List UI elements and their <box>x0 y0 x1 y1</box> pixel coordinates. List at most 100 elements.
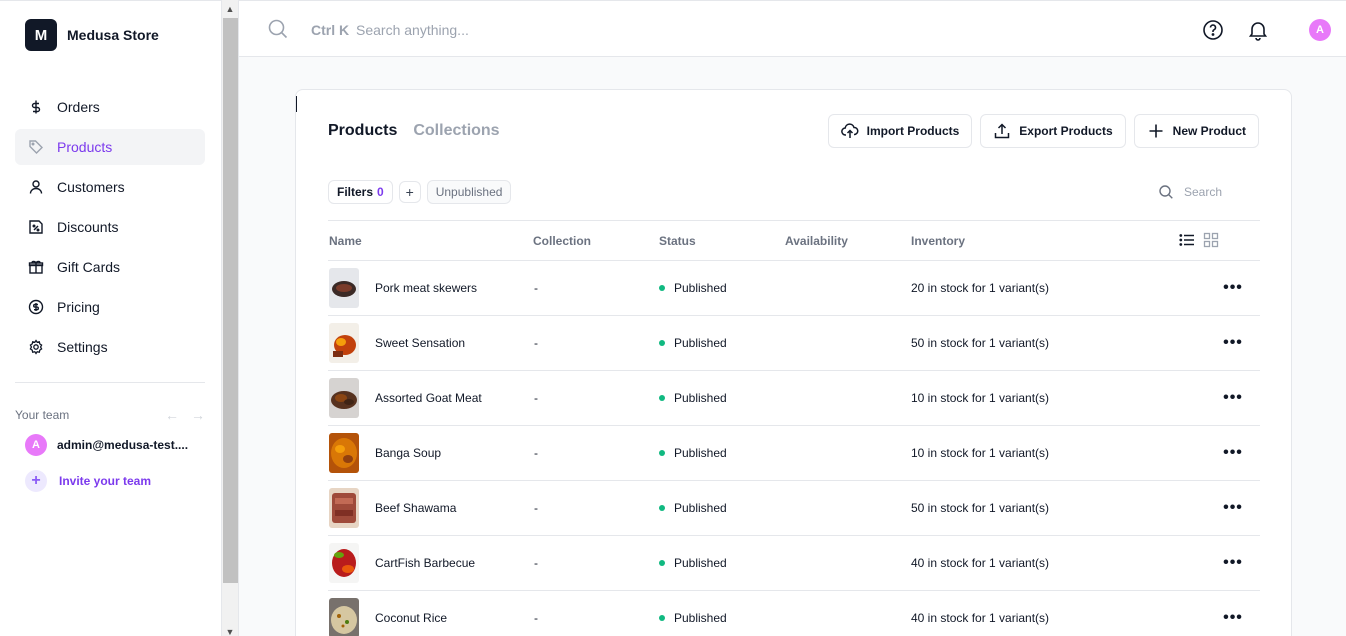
sidebar: M Medusa Store Orders Products Customers <box>0 0 221 636</box>
list-view-icon[interactable] <box>1179 232 1195 248</box>
status-label: Published <box>674 446 727 460</box>
sidebar-item-settings[interactable]: Settings <box>15 329 205 365</box>
sidebar-item-label: Settings <box>57 339 108 355</box>
grid-view-icon[interactable] <box>1203 232 1219 248</box>
user-icon <box>27 178 45 196</box>
sidebar-item-gift-cards[interactable]: Gift Cards <box>15 249 205 285</box>
help-icon[interactable] <box>1202 19 1224 41</box>
new-product-label: New Product <box>1172 124 1246 138</box>
sidebar-divider <box>15 382 205 383</box>
product-name: Banga Soup <box>375 446 442 460</box>
add-filter-button[interactable]: + <box>398 181 421 203</box>
tab-collections[interactable]: Collections <box>413 122 499 140</box>
status-badge: Published <box>659 391 727 405</box>
status-label: Published <box>674 336 727 350</box>
scroll-up-icon[interactable]: ▲ <box>222 1 238 17</box>
sidebar-item-orders[interactable]: Orders <box>15 89 205 125</box>
table-row[interactable]: Coconut Rice - Published 40 in stock for… <box>328 591 1260 636</box>
scroll-down-icon[interactable]: ▼ <box>222 624 238 636</box>
new-product-button[interactable]: New Product <box>1133 114 1259 148</box>
sidebar-item-customers[interactable]: Customers <box>15 169 205 205</box>
product-collection: - <box>534 446 538 460</box>
product-collection: - <box>534 501 538 515</box>
search-shortcut: Ctrl K <box>311 22 350 38</box>
sidebar-item-products[interactable]: Products <box>15 129 205 165</box>
status-badge: Published <box>659 336 727 350</box>
status-dot <box>659 450 665 456</box>
header-name: Name <box>329 233 362 248</box>
store-logo: M <box>25 19 57 51</box>
more-options-icon[interactable]: ••• <box>1221 276 1245 300</box>
sidebar-item-pricing[interactable]: Pricing <box>15 289 205 325</box>
more-options-icon[interactable]: ••• <box>1221 606 1245 630</box>
product-thumbnail <box>329 543 359 583</box>
topbar: Ctrl K A <box>239 0 1346 57</box>
cloud-upload-icon <box>840 123 859 138</box>
search-icon <box>1159 185 1173 199</box>
filters-label: Filters <box>337 185 374 199</box>
table-row[interactable]: CartFish Barbecue - Published 40 in stoc… <box>328 536 1260 591</box>
arrow-left-icon[interactable]: ← <box>165 407 179 423</box>
plus-icon <box>1149 124 1163 138</box>
gear-icon <box>27 338 45 356</box>
status-badge: Published <box>659 446 727 460</box>
store-name: Medusa Store <box>67 27 159 43</box>
export-products-label: Export Products <box>1019 124 1113 138</box>
view-toggle <box>1179 232 1219 248</box>
table-row[interactable]: Banga Soup - Published 10 in stock for 1… <box>328 426 1260 481</box>
more-options-icon[interactable]: ••• <box>1221 496 1245 520</box>
sidebar-scrollbar[interactable]: ▲ ▼ <box>221 0 239 636</box>
sidebar-item-discounts[interactable]: Discounts <box>15 209 205 245</box>
team-heading: Your team <box>15 408 70 422</box>
table-search-input[interactable] <box>1184 185 1284 199</box>
filter-tab-unpublished[interactable]: Unpublished <box>426 180 512 204</box>
export-products-button[interactable]: Export Products <box>980 114 1126 148</box>
invite-label: Invite your team <box>59 474 152 488</box>
table-row[interactable]: Pork meat skewers - Published 20 in stoc… <box>328 261 1260 316</box>
table-row[interactable]: Sweet Sensation - Published 50 in stock … <box>328 316 1260 371</box>
more-options-icon[interactable]: ••• <box>1221 551 1245 575</box>
team-member-email: admin@medusa-test.... <box>57 438 189 452</box>
scroll-thumb[interactable] <box>223 18 238 583</box>
team-header: Your team ← → <box>15 407 205 423</box>
table-header: Name Collection Status Availability Inve… <box>328 220 1260 261</box>
sidebar-item-label: Gift Cards <box>57 259 121 275</box>
bell-icon[interactable] <box>1247 19 1269 41</box>
table-row[interactable]: Beef Shawama - Published 50 in stock for… <box>328 481 1260 536</box>
search-input[interactable] <box>356 19 656 41</box>
status-badge: Published <box>659 501 727 515</box>
product-inventory: 10 in stock for 1 variant(s) <box>911 446 1050 460</box>
store-switcher[interactable]: M Medusa Store <box>25 19 159 51</box>
product-tabs: Products Collections <box>328 122 500 140</box>
filters-button[interactable]: Filters 0 <box>328 180 393 204</box>
product-thumbnail <box>329 433 359 473</box>
import-products-label: Import Products <box>866 124 960 138</box>
product-collection: - <box>534 611 538 625</box>
product-inventory: 40 in stock for 1 variant(s) <box>911 556 1050 570</box>
more-options-icon[interactable]: ••• <box>1221 331 1245 355</box>
product-thumbnail <box>329 268 359 308</box>
main-content: Ctrl K A Products Collections Import Pro… <box>239 0 1346 636</box>
discount-icon <box>27 218 45 236</box>
status-dot <box>659 505 665 511</box>
more-options-icon[interactable]: ••• <box>1221 441 1245 465</box>
table-search <box>1158 184 1284 200</box>
tab-products[interactable]: Products <box>328 122 397 140</box>
sidebar-item-label: Products <box>57 139 113 155</box>
table-row[interactable]: Assorted Goat Meat - Published 10 in sto… <box>328 371 1260 426</box>
import-products-button[interactable]: Import Products <box>827 114 973 148</box>
product-name: Coconut Rice <box>375 611 448 625</box>
more-options-icon[interactable]: ••• <box>1221 386 1245 410</box>
status-dot <box>659 395 665 401</box>
user-avatar[interactable]: A <box>1309 19 1331 41</box>
plus-icon: + <box>25 470 47 492</box>
status-label: Published <box>674 391 727 405</box>
product-name: Assorted Goat Meat <box>375 391 482 405</box>
product-name: Pork meat skewers <box>375 281 478 295</box>
invite-team-button[interactable]: + Invite your team <box>25 470 151 492</box>
arrow-right-icon[interactable]: → <box>191 407 205 423</box>
product-name: Sweet Sensation <box>375 336 466 350</box>
status-label: Published <box>674 556 727 570</box>
team-member[interactable]: A admin@medusa-test.... <box>25 434 188 456</box>
gift-icon <box>27 258 45 276</box>
